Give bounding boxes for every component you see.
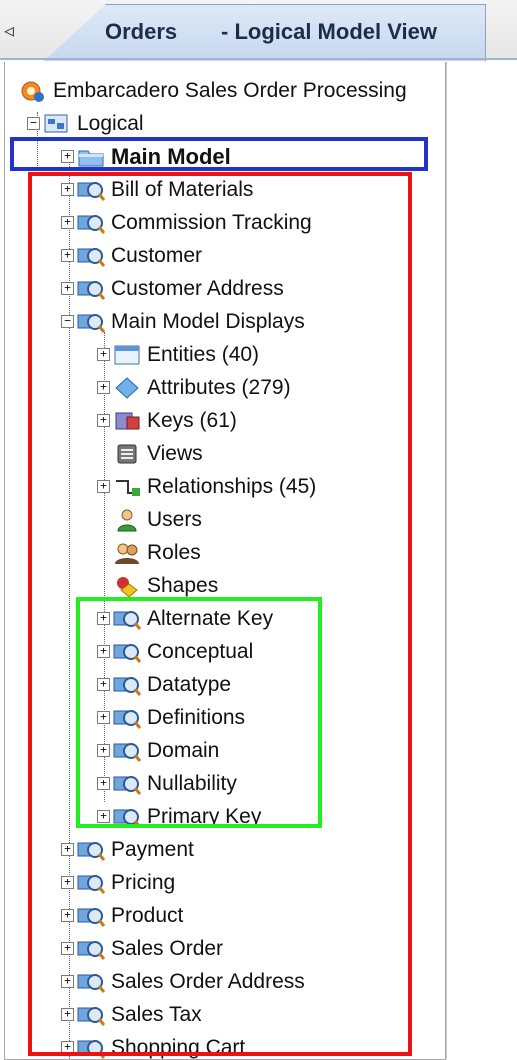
highlight-main-model xyxy=(10,137,428,171)
tab-orders-logical-model-view[interactable]: Orders - Logical Model View xyxy=(44,4,486,61)
tab-view-name: - Logical Model View xyxy=(221,19,437,44)
scroll-left-icon[interactable]: ◃ xyxy=(4,18,14,42)
tree-node-root[interactable]: Embarcadero Sales Order Processing xyxy=(19,74,407,107)
database-model-icon xyxy=(19,79,47,103)
highlight-display-submodels xyxy=(76,597,322,828)
tab-bar: ◃ Orders - Logical Model View xyxy=(0,0,517,61)
tab-divider xyxy=(0,58,517,60)
collapse-icon[interactable]: − xyxy=(27,117,40,130)
tab-title: Orders xyxy=(105,19,178,44)
tree-node-label: Logical xyxy=(77,111,144,135)
tree-node-logical[interactable]: − Logical xyxy=(27,107,144,140)
side-panel xyxy=(446,62,517,1059)
tree-node-label: Embarcadero Sales Order Processing xyxy=(53,78,407,102)
logical-model-icon xyxy=(43,112,71,136)
